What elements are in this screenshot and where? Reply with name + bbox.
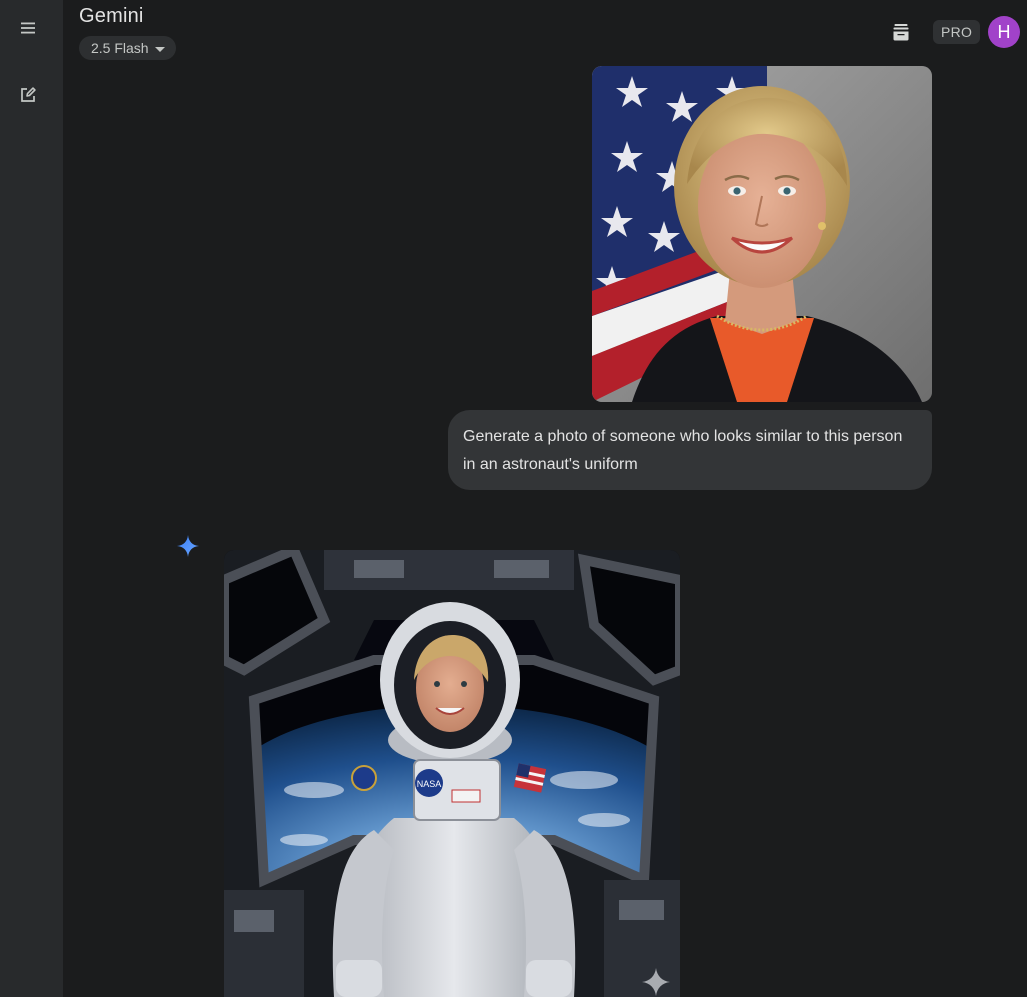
- pro-badge[interactable]: PRO: [933, 20, 981, 44]
- caret-down-icon: [154, 46, 165, 52]
- edit-icon: [21, 87, 36, 102]
- archive-icon: [893, 24, 909, 41]
- gemini-spark-icon: [177, 535, 199, 557]
- app-title: Gemini: [79, 5, 144, 27]
- generated-image[interactable]: NASA: [224, 550, 680, 997]
- svg-text:NASA: NASA: [417, 779, 442, 789]
- new-chat-button[interactable]: [12, 79, 44, 111]
- account-avatar[interactable]: H: [988, 16, 1020, 48]
- astronaut-illustration: NASA: [224, 550, 680, 997]
- model-label: 2.5 Flash: [91, 40, 149, 56]
- main-menu-button[interactable]: [12, 12, 44, 44]
- sidebar: [0, 0, 63, 997]
- user-message-bubble: Generate a photo of someone who looks si…: [448, 410, 932, 490]
- top-bar: Gemini 2.5 Flash PRO H: [63, 0, 1027, 66]
- uploaded-portrait-image[interactable]: [592, 66, 932, 402]
- model-selector[interactable]: 2.5 Flash: [79, 36, 176, 60]
- archive-button[interactable]: [887, 18, 915, 46]
- menu-icon: [21, 22, 35, 34]
- user-message-text: Generate a photo of someone who looks si…: [463, 428, 903, 473]
- portrait-illustration: [592, 66, 932, 402]
